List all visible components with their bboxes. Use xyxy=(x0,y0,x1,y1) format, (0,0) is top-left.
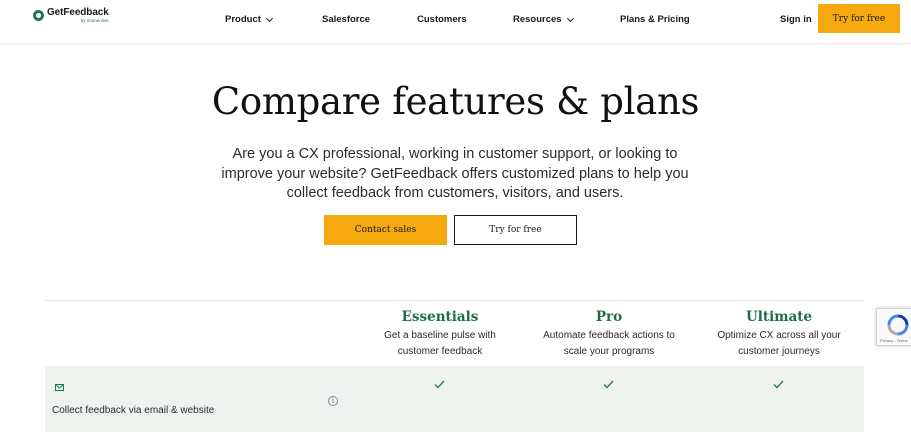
plan-pro: Pro Automate feedback actions to scale y… xyxy=(529,309,689,360)
contact-sales-button[interactable]: Contact sales xyxy=(324,215,447,245)
nav-salesforce[interactable]: Salesforce xyxy=(322,14,370,25)
getfeedback-logo[interactable]: GetFeedback by momentive xyxy=(33,8,109,24)
plan-ultimate: Ultimate Optimize CX across all your cus… xyxy=(699,309,859,360)
plan-description: Automate feedback actions to scale your … xyxy=(529,328,689,360)
mail-icon xyxy=(55,384,64,391)
logo-name: GetFeedback xyxy=(47,7,109,18)
nav-resources-label: Resources xyxy=(513,14,562,25)
plan-name: Essentials xyxy=(401,309,479,325)
info-icon[interactable]: i xyxy=(328,396,338,406)
plan-desc-line: customer feedback xyxy=(397,346,483,357)
logo-tagline: by momentive xyxy=(80,18,109,23)
chevron-down-icon xyxy=(265,14,273,22)
nav-plans-pricing[interactable]: Plans & Pricing xyxy=(620,14,690,25)
plan-essentials: Essentials Get a baseline pulse with cus… xyxy=(360,309,520,360)
plan-desc-line: Optimize CX across all your xyxy=(717,330,841,341)
plan-desc-line: Automate feedback actions to xyxy=(543,330,675,341)
page-title: Compare features & plans xyxy=(211,80,700,123)
check-icon xyxy=(603,380,614,389)
nav-customers[interactable]: Customers xyxy=(417,14,467,25)
plan-description: Get a baseline pulse with customer feedb… xyxy=(360,328,520,360)
recaptcha-badge[interactable]: Privacy - Terms xyxy=(876,308,911,346)
nav-resources[interactable]: Resources xyxy=(513,14,574,25)
nav-product[interactable]: Product xyxy=(225,14,273,25)
nav-plans-pricing-label: Plans & Pricing xyxy=(620,14,690,25)
nav-product-label: Product xyxy=(225,14,261,25)
plan-desc-line: scale your programs xyxy=(563,346,655,357)
feature-label: Collect feedback via email & website xyxy=(52,405,215,416)
plans-divider xyxy=(45,300,864,301)
try-for-free-button[interactable]: Try for free xyxy=(454,215,577,245)
plan-desc-line: Get a baseline pulse with xyxy=(384,330,496,341)
plan-description: Optimize CX across all your customer jou… xyxy=(699,328,859,360)
logo-icon xyxy=(33,10,44,21)
check-icon xyxy=(773,380,784,389)
plan-name: Pro xyxy=(595,309,623,325)
plan-desc-line: customer journeys xyxy=(738,346,820,357)
site-header: GetFeedback by momentive Product Salesfo… xyxy=(0,0,911,44)
nav-customers-label: Customers xyxy=(417,14,467,25)
nav-salesforce-label: Salesforce xyxy=(322,14,371,25)
plan-name: Ultimate xyxy=(745,309,813,325)
recaptcha-icon xyxy=(887,314,909,336)
recaptcha-text: Privacy - Terms xyxy=(880,338,908,343)
hero-subtitle: Are you a CX professional, working in cu… xyxy=(221,146,689,201)
sign-in-link[interactable]: Sign in xyxy=(780,14,812,25)
feature-row xyxy=(45,366,864,432)
check-icon xyxy=(434,380,445,389)
chevron-down-icon xyxy=(566,14,574,22)
try-for-free-header-button[interactable]: Try for free xyxy=(818,4,900,33)
